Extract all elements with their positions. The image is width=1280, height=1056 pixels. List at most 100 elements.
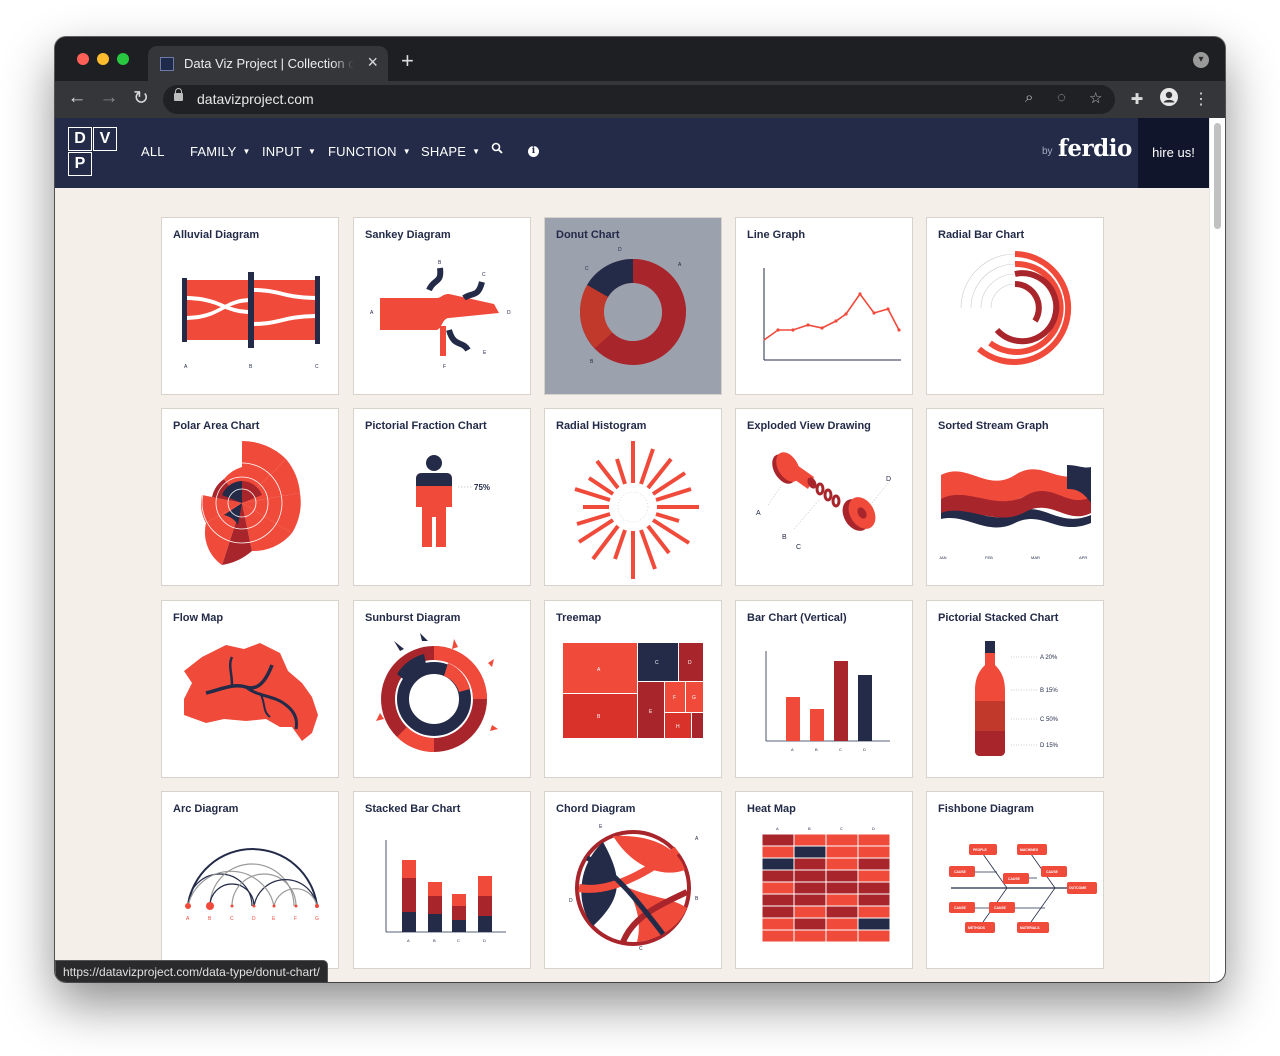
fishbone-label-cause: CAUSE xyxy=(994,906,1007,910)
stream-label-mar: MAR xyxy=(1031,555,1040,560)
browser-toolbar: ← → ↻ datavizproject.com ⌕ ◌ ☆ ✚ ⋮ xyxy=(55,81,1225,118)
card-treemap[interactable]: Treemap A B C D E F G H xyxy=(544,600,722,778)
new-tab-icon[interactable]: + xyxy=(401,48,414,74)
info-icon[interactable]: i xyxy=(528,146,539,157)
exploded-label-c: C xyxy=(796,544,801,551)
sankey-label-b: B xyxy=(438,260,442,266)
search-icon[interactable] xyxy=(491,142,503,157)
tracking-blocked-icon[interactable]: ◌ xyxy=(1057,89,1066,106)
scrollbar-thumb[interactable] xyxy=(1214,123,1221,229)
card-polar-area-chart[interactable]: Polar Area Chart xyxy=(161,408,339,586)
browser-menu-icon[interactable]: ⋮ xyxy=(1189,89,1213,109)
address-bar[interactable]: datavizproject.com ⌕ ◌ ☆ xyxy=(163,85,1115,114)
card-arc-diagram[interactable]: Arc Diagram A B C D E F G xyxy=(161,791,339,969)
link-status-bar: https://datavizproject.com/data-type/don… xyxy=(55,960,328,982)
line-graph-icon xyxy=(763,268,901,361)
fraction-label: 75% xyxy=(474,483,490,492)
fishbone-label-cause: CAUSE xyxy=(954,906,967,910)
card-sankey-diagram[interactable]: Sankey Diagram B C A D E F xyxy=(353,217,531,395)
tab-title: Data Viz Project | Collection of data vi… xyxy=(184,56,354,71)
stacked-label-a: A 20% xyxy=(1040,655,1058,661)
bookmark-star-icon[interactable]: ☆ xyxy=(1089,89,1102,107)
back-arrow-icon[interactable]: ← xyxy=(65,87,89,109)
card-radial-histogram[interactable]: Radial Histogram xyxy=(544,408,722,586)
card-line-graph[interactable]: Line Graph xyxy=(735,217,913,395)
treemap-label-h: H xyxy=(676,724,680,730)
fishbone-label-cause: CAUSE xyxy=(954,870,967,874)
profile-icon[interactable] xyxy=(1157,87,1181,113)
card-chord-diagram[interactable]: Chord Diagram E A B C D xyxy=(544,791,722,969)
alluvial-label-c: C xyxy=(315,364,319,370)
treemap-icon: A B C D E F G H xyxy=(563,643,703,738)
card-alluvial-diagram[interactable]: Alluvial Diagram A B C xyxy=(161,217,339,395)
fishbone-label-materials: MATERIALS xyxy=(1020,926,1040,930)
card-sorted-stream-graph[interactable]: Sorted Stream Graph JAN FEB MAR APR xyxy=(926,408,1104,586)
card-sunburst-diagram[interactable]: Sunburst Diagram xyxy=(353,600,531,778)
card-fishbone-diagram[interactable]: Fishbone Diagram PEOPLE MACHINES CAUSE C… xyxy=(926,791,1104,969)
stacked-bar-label-a: A xyxy=(407,938,410,943)
arc-label-c: C xyxy=(230,916,234,922)
forward-arrow-icon[interactable]: → xyxy=(97,87,121,109)
stream-label-feb: FEB xyxy=(985,555,993,560)
card-radial-bar-chart[interactable]: Radial Bar Chart xyxy=(926,217,1104,395)
nav-all[interactable]: ALL xyxy=(141,144,165,159)
tab-search-icon[interactable]: ▾ xyxy=(1193,52,1209,68)
zoom-window-button[interactable] xyxy=(117,53,129,65)
dvp-logo[interactable]: D V P xyxy=(68,127,119,178)
arc-label-b: B xyxy=(208,916,212,922)
card-bar-chart-vertical[interactable]: Bar Chart (Vertical) A B C D xyxy=(735,600,913,778)
card-exploded-view-drawing[interactable]: Exploded View Drawing A B C D xyxy=(735,408,913,586)
arc-label-f: F xyxy=(294,916,297,922)
caret-down-icon: ▼ xyxy=(242,147,251,156)
chord-label-a: A xyxy=(695,836,699,842)
stacked-label-d: D 15% xyxy=(1040,743,1059,749)
browser-tab[interactable]: Data Viz Project | Collection of data vi… xyxy=(148,46,388,81)
stacked-label-c: C 50% xyxy=(1040,717,1059,723)
chord-diagram-icon: E A B C D xyxy=(569,824,699,952)
page-scrollbar[interactable] xyxy=(1209,118,1225,982)
radial-bar-chart-icon xyxy=(960,251,1072,365)
sankey-label-c: C xyxy=(482,272,486,278)
nav-function[interactable]: FUNCTION ▼ xyxy=(328,144,411,159)
chord-label-c: C xyxy=(639,946,643,952)
card-pictorial-fraction-chart[interactable]: Pictorial Fraction Chart 75% xyxy=(353,408,531,586)
site-header: D V P ALL FAMILY ▼ INPUT ▼ FUNCTION ▼ SHAPE… xyxy=(55,118,1209,188)
stream-label-apr: APR xyxy=(1079,555,1087,560)
close-window-button[interactable] xyxy=(77,53,89,65)
arc-label-d: D xyxy=(252,916,256,922)
nav-family[interactable]: FAMILY ▼ xyxy=(190,144,251,159)
minimize-window-button[interactable] xyxy=(97,53,109,65)
flow-map-icon xyxy=(184,643,318,741)
card-heat-map[interactable]: Heat Map A B C D xyxy=(735,791,913,969)
fishbone-label-machines: MACHINES xyxy=(1020,848,1039,852)
extensions-puzzle-icon[interactable]: ✚ xyxy=(1125,90,1149,108)
nav-family-label: FAMILY xyxy=(190,144,237,159)
zoom-icon[interactable]: ⌕ xyxy=(1025,89,1033,106)
bar-label-c: C xyxy=(839,747,842,752)
ferdio-logo[interactable]: ferdio xyxy=(1058,135,1132,162)
hire-us-button[interactable]: hire us! xyxy=(1138,118,1209,188)
card-stacked-bar-chart[interactable]: Stacked Bar Chart A B C D xyxy=(353,791,531,969)
nav-input[interactable]: INPUT ▼ xyxy=(262,144,316,159)
fishbone-label-methods: METHODS xyxy=(968,926,986,930)
card-flow-map[interactable]: Flow Map xyxy=(161,600,339,778)
reload-icon[interactable]: ↻ xyxy=(129,87,153,110)
nav-shape[interactable]: SHAPE ▼ xyxy=(421,144,480,159)
fishbone-label-cause: CAUSE xyxy=(1008,877,1021,881)
stacked-bar-label-b: B xyxy=(433,938,436,943)
sankey-diagram-icon: B C A D E F xyxy=(370,260,511,370)
exploded-view-drawing-icon: A B C D xyxy=(756,452,891,551)
arc-label-g: G xyxy=(315,916,319,922)
chord-label-b: B xyxy=(695,896,699,902)
arc-label-a: A xyxy=(186,916,190,922)
card-pictorial-stacked-chart[interactable]: Pictorial Stacked Chart A 20% B 15% C 50… xyxy=(926,600,1104,778)
donut-chart-icon: A B C D xyxy=(580,247,686,365)
caret-down-icon: ▼ xyxy=(402,147,411,156)
tab-strip: Data Viz Project | Collection of data vi… xyxy=(55,37,1225,81)
polar-area-chart-icon xyxy=(201,440,301,565)
tab-close-icon[interactable]: × xyxy=(367,52,378,73)
address-url[interactable]: datavizproject.com xyxy=(197,91,314,107)
alluvial-label-b: B xyxy=(249,364,253,370)
card-donut-chart[interactable]: Donut Chart A B C D xyxy=(544,217,722,395)
radial-histogram-icon xyxy=(574,441,699,579)
